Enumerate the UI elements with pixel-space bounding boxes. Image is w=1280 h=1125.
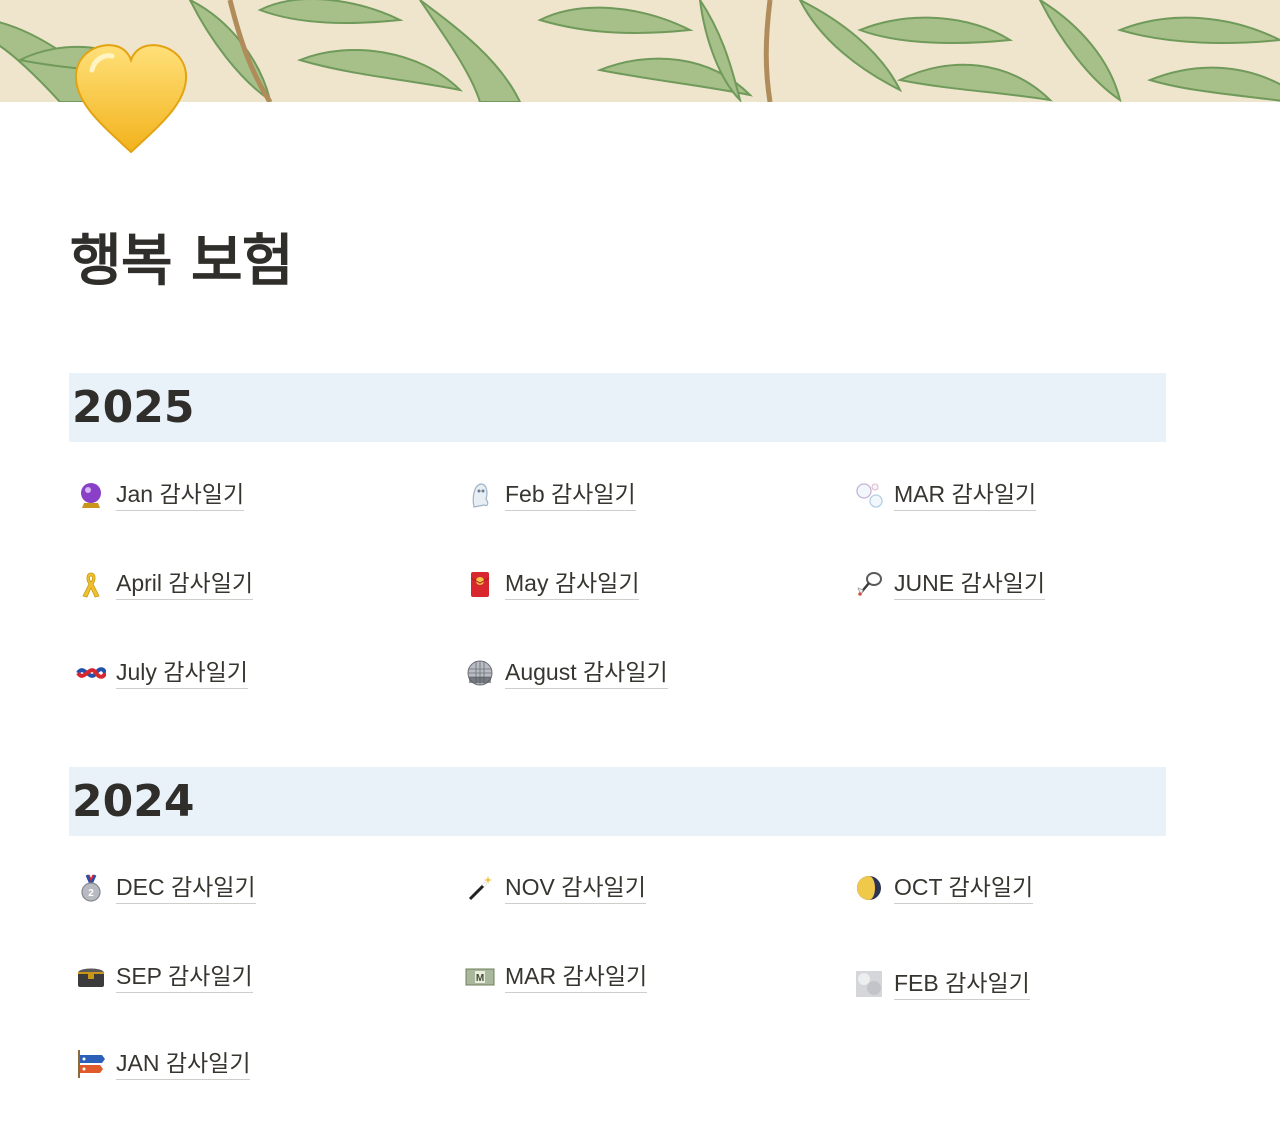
- red-envelope-icon: [465, 569, 495, 599]
- page-link-august-2025[interactable]: August 감사일기: [461, 656, 668, 690]
- badminton-icon: [854, 569, 884, 599]
- leaf-pattern-cover: [0, 0, 1280, 102]
- page-cover[interactable]: [0, 0, 1280, 102]
- page-link-label[interactable]: Feb 감사일기: [505, 479, 636, 511]
- page-link-feb-2025[interactable]: Feb 감사일기: [461, 478, 636, 512]
- page-link-jan-2025[interactable]: Jan 감사일기: [72, 478, 245, 512]
- page-link-label[interactable]: July 감사일기: [116, 657, 248, 689]
- moon-icon: [854, 873, 884, 903]
- page-link-label[interactable]: MAR 감사일기: [505, 961, 648, 993]
- page-link-label[interactable]: May 감사일기: [505, 568, 640, 600]
- treasure-chest-icon: [76, 962, 106, 992]
- page-link-oct-2024[interactable]: OCT 감사일기: [850, 871, 1034, 905]
- page-link-label[interactable]: OCT 감사일기: [894, 872, 1034, 904]
- carp-streamer-icon: [76, 1049, 106, 1079]
- page-link-nov-2024[interactable]: NOV 감사일기: [461, 871, 646, 905]
- page-link-mar-2024[interactable]: M MAR 감사일기: [461, 960, 648, 994]
- ribbon-icon: [76, 569, 106, 599]
- page-link-label[interactable]: DEC 감사일기: [116, 872, 256, 904]
- money-icon: M: [465, 962, 495, 992]
- section-header-2025: 2025: [69, 373, 1166, 442]
- bubbles-icon: [854, 480, 884, 510]
- crystal-ball-icon: [76, 480, 106, 510]
- section-heading: 2025: [72, 382, 195, 433]
- svg-text:M: M: [476, 973, 484, 984]
- knot-icon: [76, 658, 106, 688]
- page-link-sep-2024[interactable]: SEP 감사일기: [72, 960, 253, 994]
- gray-square-icon: [854, 969, 884, 999]
- page-link-label[interactable]: JUNE 감사일기: [894, 568, 1046, 600]
- page-link-label[interactable]: Jan 감사일기: [116, 479, 245, 511]
- page-link-label[interactable]: MAR 감사일기: [894, 479, 1037, 511]
- page-link-feb-2024[interactable]: FEB 감사일기: [850, 967, 1030, 1001]
- page-link-may-2025[interactable]: May 감사일기: [461, 567, 640, 601]
- page-link-april-2025[interactable]: April 감사일기: [72, 567, 254, 601]
- silver-medal-icon: 2: [76, 873, 106, 903]
- page-title[interactable]: 행복 보험: [70, 226, 294, 298]
- page-link-label[interactable]: August 감사일기: [505, 657, 668, 689]
- page-link-dec-2024[interactable]: 2 DEC 감사일기: [72, 871, 256, 905]
- page-link-label[interactable]: FEB 감사일기: [894, 968, 1030, 1000]
- page-link-label[interactable]: SEP 감사일기: [116, 961, 253, 993]
- page-link-label[interactable]: JAN 감사일기: [116, 1048, 251, 1080]
- page-link-label[interactable]: April 감사일기: [116, 568, 254, 600]
- magic-wand-icon: [465, 873, 495, 903]
- ghost-icon: [465, 480, 495, 510]
- page-link-jan-2024[interactable]: JAN 감사일기: [72, 1047, 251, 1081]
- page-link-label[interactable]: NOV 감사일기: [505, 872, 646, 904]
- mirror-ball-icon: [465, 658, 495, 688]
- svg-text:2: 2: [88, 888, 94, 899]
- yellow-heart-icon[interactable]: [72, 40, 190, 158]
- section-header-2024: 2024: [69, 767, 1166, 836]
- page-link-july-2025[interactable]: July 감사일기: [72, 656, 248, 690]
- page-link-mar-2025[interactable]: MAR 감사일기: [850, 478, 1037, 512]
- section-heading: 2024: [72, 776, 195, 827]
- page-link-june-2025[interactable]: JUNE 감사일기: [850, 567, 1046, 601]
